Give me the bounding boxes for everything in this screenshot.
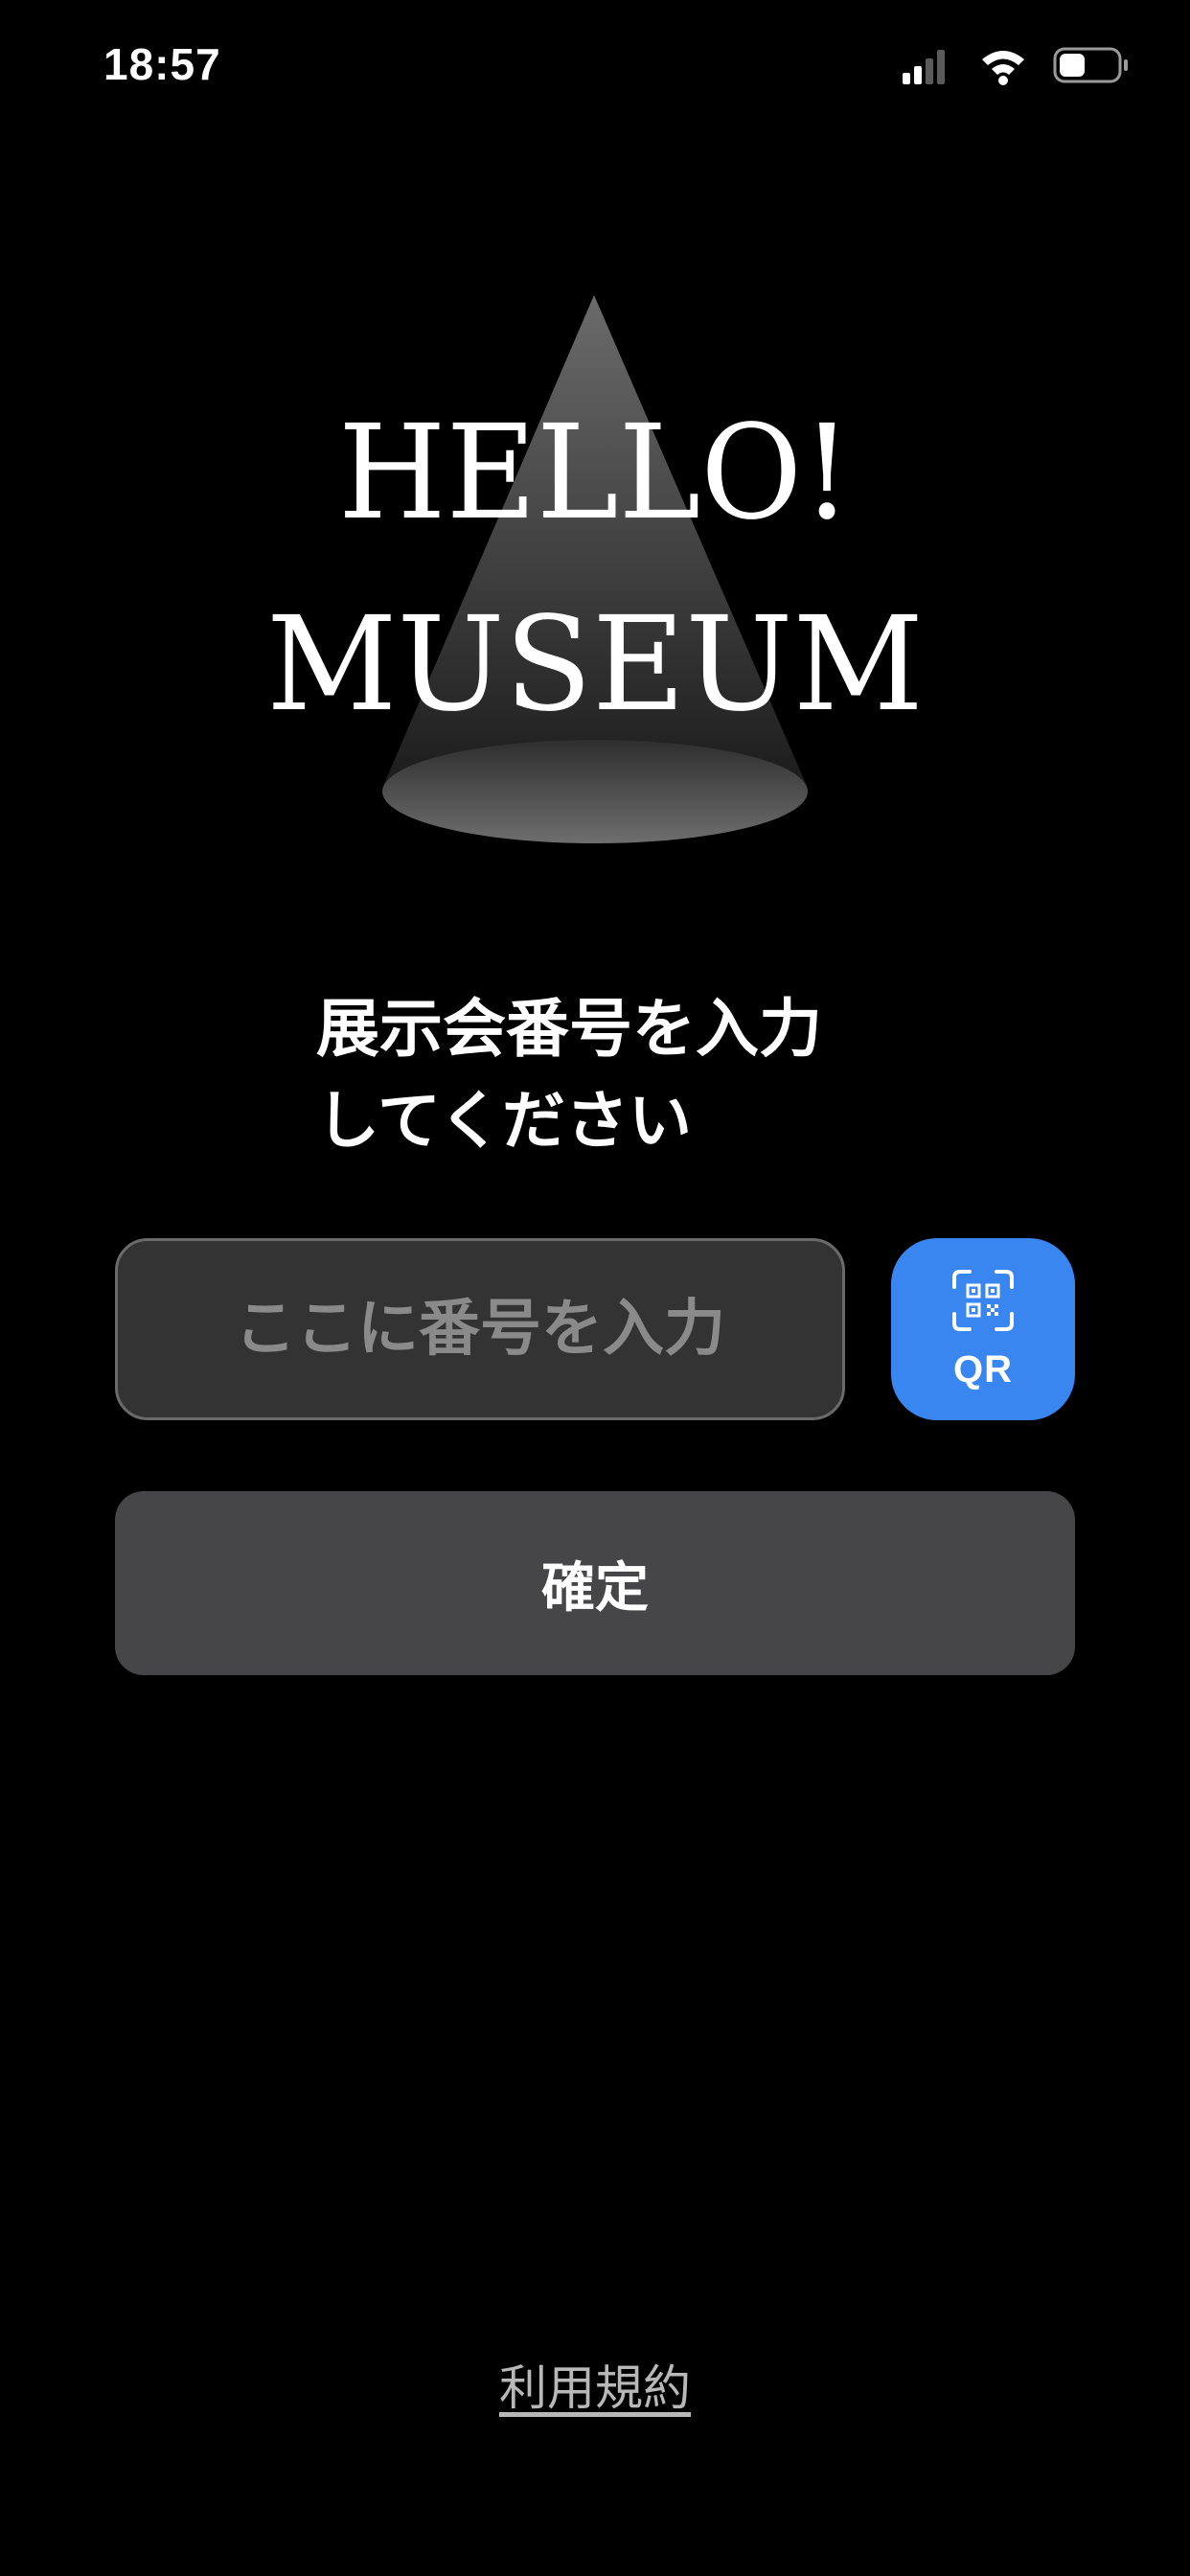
status-time: 18:57	[103, 39, 221, 89]
cellular-signal-icon	[903, 50, 945, 84]
qr-scan-button[interactable]: QR	[891, 1238, 1075, 1420]
logo-line-1: HELLO!	[338, 398, 852, 549]
qr-scan-icon	[952, 1269, 1014, 1331]
spotlight-cone	[382, 295, 808, 843]
status-bar: 18:57	[0, 0, 1190, 134]
input-prompt: 展示会番号を入力 してください	[316, 983, 929, 1167]
battery-icon	[1053, 47, 1128, 83]
prompt-line-2: してください	[316, 1084, 693, 1158]
logo-line-2: MUSEUM	[266, 589, 924, 741]
wifi-icon	[982, 51, 1024, 85]
exhibition-number-input[interactable]	[115, 1238, 845, 1420]
confirm-button[interactable]: 確定	[115, 1491, 1075, 1675]
confirm-button-label: 確定	[541, 1556, 649, 1620]
terms-of-use-link[interactable]: 利用規約	[0, 2350, 1190, 2419]
prompt-line-1: 展示会番号を入力	[316, 992, 822, 1066]
status-icons	[903, 47, 1128, 85]
hello-museum-logo: HELLO! MUSEUM	[266, 295, 924, 843]
qr-button-label: QR	[953, 1347, 1013, 1391]
app-screen: 18:57 HELLO! MUSEUM 展示会番号を入力 してください ここに番…	[0, 0, 1190, 2576]
